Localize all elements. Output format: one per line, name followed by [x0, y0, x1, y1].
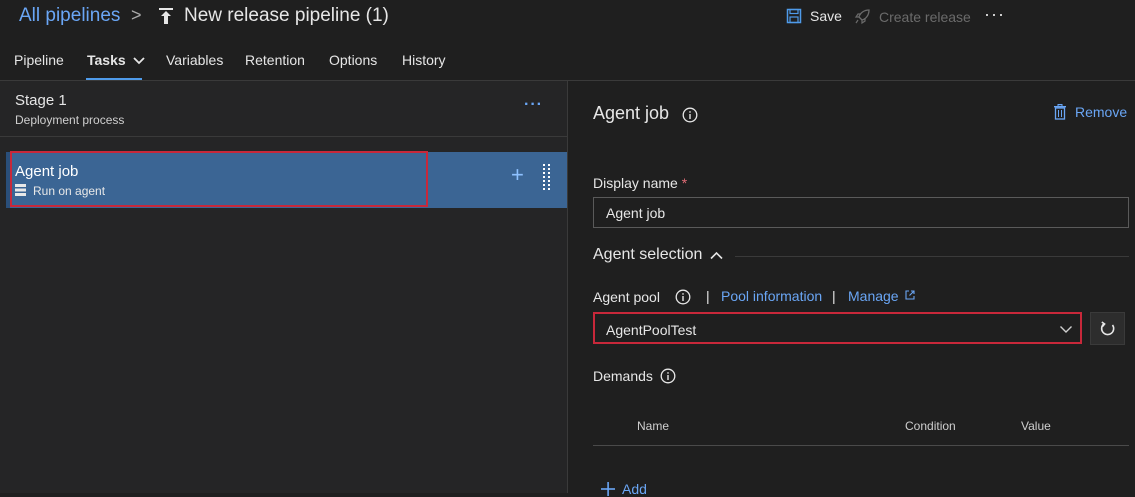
section-divider [735, 256, 1129, 257]
create-release-button[interactable]: Create release [854, 8, 971, 25]
tab-variables[interactable]: Variables [166, 52, 223, 68]
agent-pool-label: Agent pool [593, 289, 660, 305]
save-button[interactable]: Save [786, 8, 842, 24]
active-tab-indicator [86, 78, 142, 80]
manage-link[interactable]: Manage [848, 288, 899, 304]
server-icon [15, 184, 26, 196]
breadcrumb-all-pipelines[interactable]: All pipelines [19, 5, 120, 27]
drag-handle-icon[interactable] [542, 164, 552, 192]
plus-icon [601, 482, 615, 496]
chevron-down-icon [1060, 326, 1072, 333]
column-header-name: Name [637, 419, 670, 433]
external-link-icon [905, 290, 915, 300]
link-separator: | [706, 288, 710, 304]
demands-info-icon[interactable] [660, 368, 676, 384]
stage-panel [0, 81, 568, 493]
info-icon[interactable] [682, 107, 698, 123]
add-task-icon[interactable]: + [511, 164, 524, 186]
tab-history[interactable]: History [402, 52, 446, 68]
display-name-label-text: Display name [593, 175, 678, 191]
trash-icon [1054, 104, 1066, 120]
chevron-down-icon [132, 57, 145, 65]
rocket-icon [854, 9, 870, 25]
link-separator-2: | [832, 288, 836, 304]
remove-button[interactable]: Remove [1053, 104, 1127, 120]
chevron-up-icon [710, 251, 723, 259]
tab-tasks[interactable]: Tasks [87, 52, 145, 68]
table-divider [593, 445, 1129, 446]
agent-selection-label: Agent selection [593, 246, 703, 263]
agent-selection-header[interactable]: Agent selection [593, 246, 723, 264]
agent-pool-info-icon[interactable] [675, 289, 691, 305]
stage-subtitle: Deployment process [15, 113, 125, 127]
save-label: Save [810, 8, 842, 24]
refresh-icon [1100, 320, 1114, 335]
required-mark: * [681, 175, 688, 191]
release-pipeline-icon [159, 8, 173, 24]
tab-retention[interactable]: Retention [245, 52, 305, 68]
column-header-value: Value [1021, 419, 1051, 433]
breadcrumb-separator: > [131, 5, 142, 25]
pipeline-title[interactable]: New release pipeline (1) [184, 5, 389, 27]
pool-information-link[interactable]: Pool information [721, 288, 822, 304]
tab-pipeline[interactable]: Pipeline [14, 52, 64, 68]
column-header-condition: Condition [905, 419, 956, 433]
remove-label: Remove [1075, 104, 1128, 120]
divider [0, 136, 567, 137]
stage-more-icon[interactable]: ··· [524, 96, 543, 114]
refresh-button[interactable] [1090, 312, 1125, 345]
add-demand-button[interactable]: Add [600, 481, 647, 497]
tab-options[interactable]: Options [329, 52, 377, 68]
details-title: Agent job [593, 103, 670, 123]
save-icon [786, 8, 802, 24]
agent-job-subtitle: Run on agent [33, 184, 106, 198]
agent-job-title: Agent job [15, 163, 79, 180]
more-actions-icon[interactable]: ··· [984, 4, 1005, 25]
create-release-label: Create release [879, 8, 971, 25]
tab-tasks-label: Tasks [87, 52, 126, 68]
display-name-field[interactable] [593, 197, 1129, 228]
stage-title[interactable]: Stage 1 [15, 92, 67, 109]
add-label: Add [622, 481, 647, 497]
display-name-label: Display name * [593, 175, 687, 191]
agent-pool-selected-value: AgentPoolTest [606, 322, 697, 338]
demands-label: Demands [593, 368, 653, 384]
